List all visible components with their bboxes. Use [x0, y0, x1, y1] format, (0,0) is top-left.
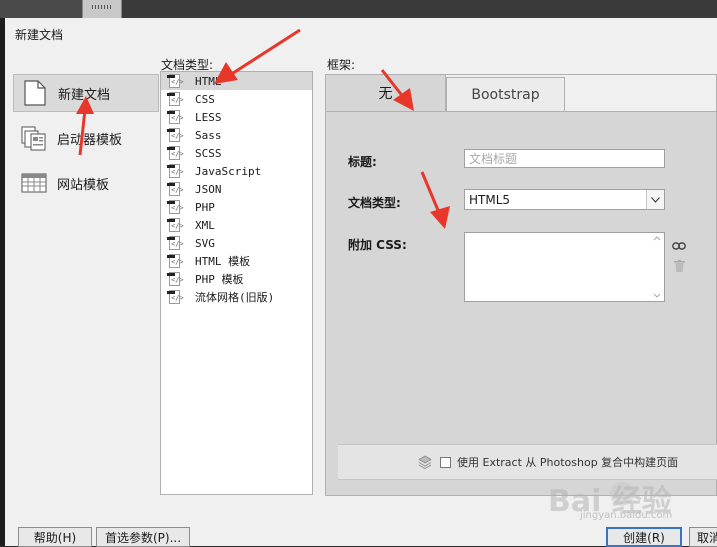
dialog-title: 新建文档: [15, 28, 64, 42]
doctype-item-label: JSON: [195, 182, 222, 196]
chevron-down-icon[interactable]: [646, 190, 664, 209]
file-code-icon: </>: [167, 217, 184, 233]
doctype-item[interactable]: </> JavaScript: [161, 162, 312, 180]
framework-panel: 无 Bootstrap 标题: 文档类型: HTML5 附加 CSS:: [325, 74, 717, 496]
preferences-button[interactable]: 首选参数(P)...: [96, 527, 190, 547]
doctype-item-label: PHP 模板: [195, 273, 244, 286]
doctype-item-label: XML: [195, 218, 215, 232]
doctype-item[interactable]: </> PHP 模板: [161, 270, 312, 288]
doctype-item[interactable]: </> JSON: [161, 180, 312, 198]
file-code-icon: </>: [167, 181, 184, 197]
doctype-item-label: 流体网格(旧版): [195, 291, 275, 304]
doctype-item[interactable]: </> XML: [161, 216, 312, 234]
doctype-select-value: HTML5: [469, 192, 511, 207]
doctype-item-label: SCSS: [195, 146, 222, 160]
doctype-item-label: PHP: [195, 200, 215, 214]
doctype-item[interactable]: </> PHP: [161, 198, 312, 216]
file-code-icon: </>: [167, 127, 184, 143]
file-code-icon: </>: [167, 163, 184, 179]
doctype-item[interactable]: </> SVG: [161, 234, 312, 252]
top-window-strip: [0, 0, 717, 18]
doctype-list[interactable]: </> HTML </> CSS </> LESS </> Sass </> SCSS </> Jav…: [160, 71, 313, 495]
file-code-icon: </>: [167, 271, 184, 287]
blank-document-icon: [20, 78, 50, 108]
file-code-icon: </>: [167, 289, 184, 305]
file-code-icon: </>: [167, 253, 184, 269]
tab-none[interactable]: 无: [326, 75, 446, 111]
category-label: 新建文档: [58, 87, 111, 103]
background-texture: [0, 0, 82, 18]
file-code-icon: </>: [167, 199, 184, 215]
site-template-icon: [19, 168, 49, 198]
doctype-item-label: Sass: [195, 128, 222, 142]
watermark-url: jingyan.baidu.com: [580, 510, 673, 521]
extract-option-bar: 使用 Extract 从 Photoshop 复合中构建页面: [338, 444, 717, 480]
doctype-select[interactable]: HTML5: [464, 189, 665, 210]
framework-label: 框架:: [327, 58, 356, 72]
link-icon[interactable]: [672, 239, 686, 253]
doctype-item[interactable]: </> SCSS: [161, 144, 312, 162]
new-document-dialog: 新建文档 新建文档 启动器模板 网站模板 文档类型: </> HTML </> CSS…: [5, 18, 717, 547]
framework-tabs: 无 Bootstrap: [326, 75, 716, 112]
category-new-document[interactable]: 新建文档: [13, 74, 159, 112]
file-code-icon: </>: [167, 235, 184, 251]
doctype-item[interactable]: </> HTML 模板: [161, 252, 312, 270]
file-code-icon: </>: [167, 91, 184, 107]
doctype-item[interactable]: </> CSS: [161, 90, 312, 108]
extract-option-label: 使用 Extract 从 Photoshop 复合中构建页面: [457, 456, 679, 469]
panel-tab-grip[interactable]: [82, 0, 122, 18]
doctype-item[interactable]: </> 流体网格(旧版): [161, 288, 312, 306]
tab-bootstrap[interactable]: Bootstrap: [446, 77, 565, 111]
file-code-icon: </>: [167, 73, 184, 89]
doctype-item-label: LESS: [195, 110, 222, 124]
create-button[interactable]: 创建(R): [606, 527, 682, 547]
file-code-icon: </>: [167, 109, 184, 125]
trash-icon[interactable]: [672, 259, 686, 273]
category-list: 新建文档 启动器模板 网站模板: [13, 74, 159, 209]
doctype-item-label: SVG: [195, 236, 215, 250]
scrollbar[interactable]: [650, 233, 664, 301]
category-label: 启动器模板: [57, 132, 123, 148]
doctype-item-label: CSS: [195, 92, 215, 106]
category-label: 网站模板: [57, 177, 110, 193]
category-starter-templates[interactable]: 启动器模板: [13, 119, 159, 157]
cancel-button[interactable]: 取消: [689, 527, 717, 547]
starter-template-icon: [19, 123, 49, 153]
help-button[interactable]: 帮助(H): [18, 527, 92, 547]
doctype-item[interactable]: </> Sass: [161, 126, 312, 144]
doctype-field-label: 文档类型:: [348, 196, 401, 210]
category-site-templates[interactable]: 网站模板: [13, 164, 159, 202]
title-field-label: 标题:: [348, 155, 377, 169]
doctype-item-label: JavaScript: [195, 164, 262, 178]
file-code-icon: </>: [167, 145, 184, 161]
doctype-item-label: HTML: [195, 74, 222, 88]
extract-checkbox[interactable]: [440, 456, 451, 468]
attached-css-list[interactable]: [464, 232, 665, 302]
doctype-item[interactable]: </> LESS: [161, 108, 312, 126]
doctype-item-label: HTML 模板: [195, 255, 251, 268]
layers-icon: [418, 455, 432, 469]
css-field-label: 附加 CSS:: [348, 238, 407, 252]
title-input[interactable]: [464, 149, 665, 168]
doctype-item[interactable]: </> HTML: [161, 72, 312, 90]
